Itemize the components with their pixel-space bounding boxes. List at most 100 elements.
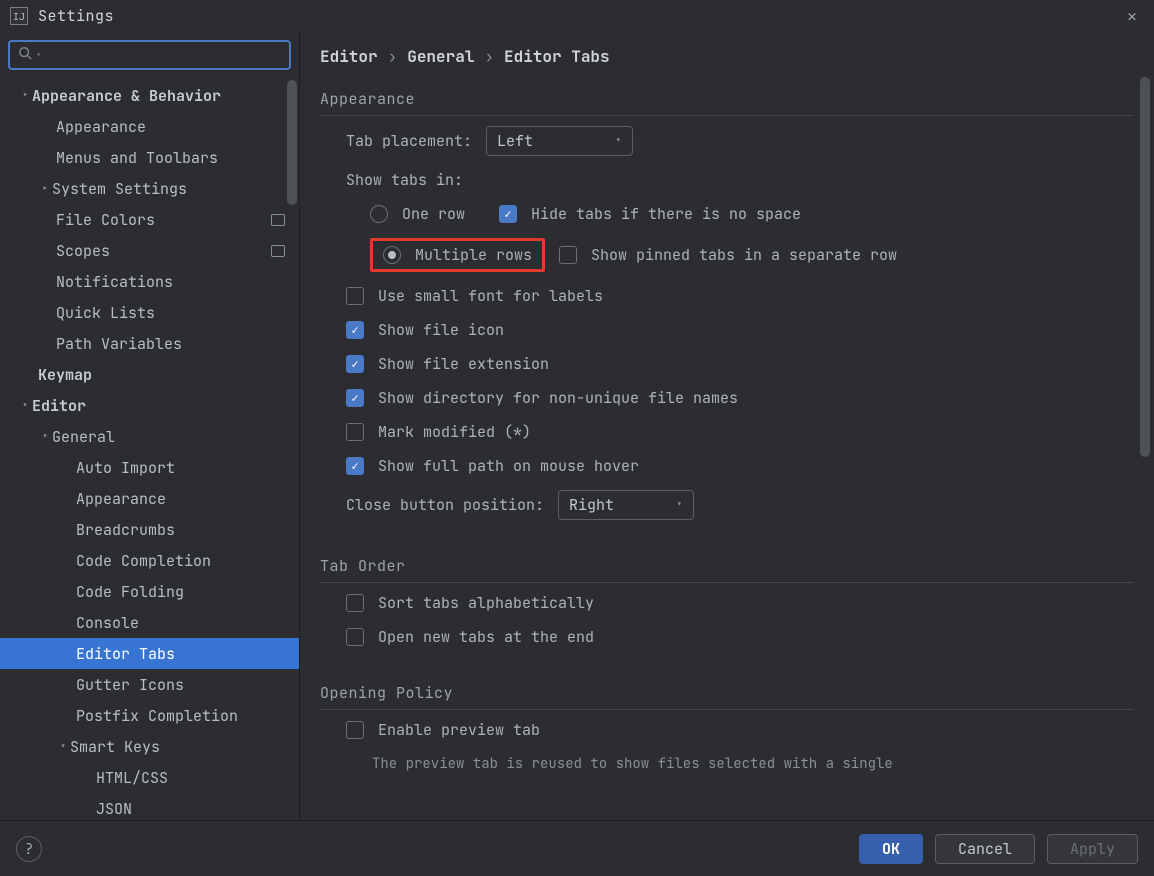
tree-auto-import[interactable]: Auto Import bbox=[0, 452, 299, 483]
tree-quick-lists[interactable]: Quick Lists bbox=[0, 297, 299, 328]
show-dir-nonunique-label: Show directory for non-unique file names bbox=[378, 388, 738, 408]
one-row-label: One row bbox=[402, 204, 465, 224]
project-badge-icon bbox=[271, 214, 285, 226]
tree-keymap[interactable]: Keymap bbox=[0, 359, 299, 390]
row-use-small-font: Use small font for labels bbox=[346, 286, 1134, 306]
titlebar: IJ Settings ✕ bbox=[0, 0, 1154, 32]
radio-one-row[interactable] bbox=[370, 205, 388, 223]
tree-console[interactable]: Console bbox=[0, 607, 299, 638]
tab-placement-select[interactable]: Left ▾ bbox=[486, 126, 633, 156]
tree-menus-toolbars[interactable]: Menus and Toolbars bbox=[0, 142, 299, 173]
tree-path-variables[interactable]: Path Variables bbox=[0, 328, 299, 359]
row-open-at-end: Open new tabs at the end bbox=[346, 627, 1134, 647]
row-multiple-rows: Multiple rows Show pinned tabs in a sepa… bbox=[346, 238, 1134, 272]
chevron-down-icon: ▾ bbox=[18, 89, 32, 103]
search-input[interactable]: ▾ bbox=[8, 40, 291, 70]
show-full-path-label: Show full path on mouse hover bbox=[378, 456, 639, 476]
chevron-down-icon: ▾ bbox=[18, 399, 32, 413]
tree-file-colors[interactable]: File Colors bbox=[0, 204, 299, 235]
checkbox-show-file-ext[interactable] bbox=[346, 355, 364, 373]
tree-scopes[interactable]: Scopes bbox=[0, 235, 299, 266]
settings-tree[interactable]: ▾Appearance & Behavior Appearance Menus … bbox=[0, 74, 299, 820]
close-icon[interactable]: ✕ bbox=[1120, 6, 1144, 27]
help-button[interactable]: ? bbox=[16, 836, 42, 862]
content-scrollbar[interactable] bbox=[1140, 77, 1150, 457]
chevron-down-icon: ▾ bbox=[36, 49, 41, 61]
checkbox-hide-if-no-space[interactable] bbox=[499, 205, 517, 223]
checkbox-show-file-icon[interactable] bbox=[346, 321, 364, 339]
tree-system-settings[interactable]: ▸System Settings bbox=[0, 173, 299, 204]
show-pinned-separate-label: Show pinned tabs in a separate row bbox=[591, 245, 897, 265]
mark-modified-label: Mark modified (*) bbox=[378, 422, 531, 442]
content-scroll[interactable]: Appearance Tab placement: Left ▾ Show ta… bbox=[300, 77, 1154, 820]
tree-general[interactable]: ▾General bbox=[0, 421, 299, 452]
chevron-down-icon: ▾ bbox=[38, 430, 52, 444]
tree-editor[interactable]: ▾Editor bbox=[0, 390, 299, 421]
row-tab-placement: Tab placement: Left ▾ bbox=[346, 126, 1134, 156]
show-file-icon-label: Show file icon bbox=[378, 320, 504, 340]
tree-appearance[interactable]: Appearance bbox=[0, 111, 299, 142]
use-small-font-label: Use small font for labels bbox=[378, 286, 603, 306]
tree-gutter-icons[interactable]: Gutter Icons bbox=[0, 669, 299, 700]
ok-button[interactable]: OK bbox=[859, 834, 923, 864]
checkbox-show-pinned-separate[interactable] bbox=[559, 246, 577, 264]
dialog-footer: ? OK Cancel Apply bbox=[0, 820, 1154, 876]
row-mark-modified: Mark modified (*) bbox=[346, 422, 1134, 442]
row-show-tabs-in: Show tabs in: bbox=[346, 170, 1134, 190]
section-appearance-header: Appearance bbox=[320, 85, 1134, 116]
sort-alpha-label: Sort tabs alphabetically bbox=[378, 593, 594, 613]
tree-breadcrumbs[interactable]: Breadcrumbs bbox=[0, 514, 299, 545]
tree-code-completion[interactable]: Code Completion bbox=[0, 545, 299, 576]
tree-json[interactable]: JSON bbox=[0, 793, 299, 820]
checkbox-sort-alpha[interactable] bbox=[346, 594, 364, 612]
chevron-down-icon: ▾ bbox=[615, 134, 622, 148]
app-icon: IJ bbox=[10, 7, 28, 25]
show-file-ext-label: Show file extension bbox=[378, 354, 549, 374]
tree-editor-tabs[interactable]: Editor Tabs bbox=[0, 638, 299, 669]
tree-smart-keys[interactable]: ▾Smart Keys bbox=[0, 731, 299, 762]
tree-html-css[interactable]: HTML/CSS bbox=[0, 762, 299, 793]
breadcrumb-editor-tabs[interactable]: Editor Tabs bbox=[504, 46, 610, 67]
apply-button[interactable]: Apply bbox=[1047, 834, 1138, 864]
row-show-full-path: Show full path on mouse hover bbox=[346, 456, 1134, 476]
breadcrumb-sep: › bbox=[388, 46, 398, 67]
breadcrumb: Editor › General › Editor Tabs bbox=[300, 32, 1154, 77]
tab-placement-value: Left bbox=[497, 131, 533, 151]
section-tab-order-header: Tab Order bbox=[320, 552, 1134, 583]
window-title: Settings bbox=[38, 6, 114, 26]
row-enable-preview: Enable preview tab bbox=[346, 720, 1134, 740]
chevron-right-icon: ▸ bbox=[38, 182, 52, 196]
sidebar-scrollbar[interactable] bbox=[287, 80, 297, 205]
show-tabs-in-label: Show tabs in: bbox=[346, 170, 463, 190]
checkbox-mark-modified[interactable] bbox=[346, 423, 364, 441]
enable-preview-label: Enable preview tab bbox=[378, 720, 540, 740]
preview-description: The preview tab is reused to show files … bbox=[346, 754, 1046, 775]
row-show-dir-nonunique: Show directory for non-unique file names bbox=[346, 388, 1134, 408]
row-show-file-ext: Show file extension bbox=[346, 354, 1134, 374]
checkbox-enable-preview[interactable] bbox=[346, 721, 364, 739]
tree-postfix-completion[interactable]: Postfix Completion bbox=[0, 700, 299, 731]
close-btn-pos-value: Right bbox=[569, 495, 614, 515]
section-opening-policy-header: Opening Policy bbox=[320, 679, 1134, 710]
breadcrumb-general[interactable]: General bbox=[407, 46, 474, 67]
cancel-button[interactable]: Cancel bbox=[935, 834, 1035, 864]
checkbox-open-at-end[interactable] bbox=[346, 628, 364, 646]
row-close-btn-pos: Close button position: Right ▾ bbox=[346, 490, 1134, 520]
tree-code-folding[interactable]: Code Folding bbox=[0, 576, 299, 607]
checkbox-show-dir-nonunique[interactable] bbox=[346, 389, 364, 407]
search-field[interactable] bbox=[47, 46, 281, 64]
open-at-end-label: Open new tabs at the end bbox=[378, 627, 594, 647]
row-show-file-icon: Show file icon bbox=[346, 320, 1134, 340]
project-badge-icon bbox=[271, 245, 285, 257]
breadcrumb-editor[interactable]: Editor bbox=[320, 46, 378, 67]
checkbox-use-small-font[interactable] bbox=[346, 287, 364, 305]
close-btn-pos-select[interactable]: Right ▾ bbox=[558, 490, 694, 520]
checkbox-show-full-path[interactable] bbox=[346, 457, 364, 475]
tree-general-appearance[interactable]: Appearance bbox=[0, 483, 299, 514]
tree-notifications[interactable]: Notifications bbox=[0, 266, 299, 297]
chevron-down-icon: ▾ bbox=[56, 740, 70, 754]
search-icon bbox=[18, 46, 32, 65]
tree-appearance-behavior[interactable]: ▾Appearance & Behavior bbox=[0, 80, 299, 111]
chevron-down-icon: ▾ bbox=[676, 498, 683, 512]
radio-multiple-rows[interactable] bbox=[383, 246, 401, 264]
